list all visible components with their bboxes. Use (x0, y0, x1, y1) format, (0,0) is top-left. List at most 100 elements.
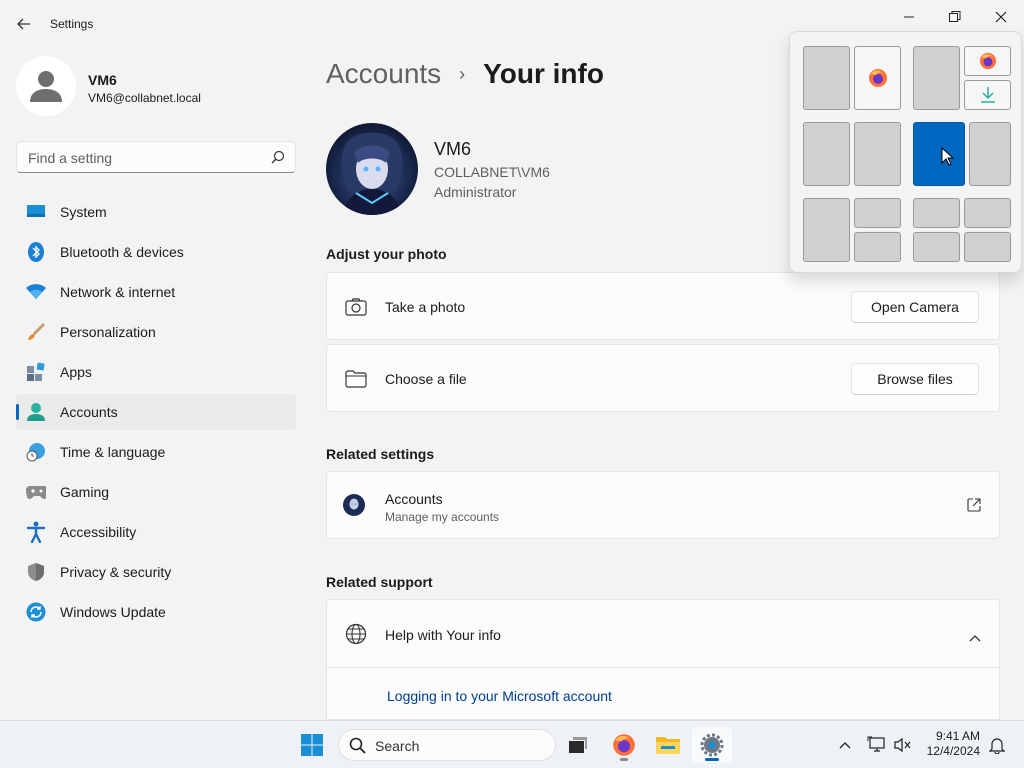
search-icon (271, 150, 285, 167)
user-domain: COLLABNET\VM6 (434, 164, 550, 180)
breadcrumb-parent[interactable]: Accounts (326, 58, 441, 90)
show-hidden-icons-button[interactable] (834, 733, 856, 757)
bell-icon (989, 738, 1005, 754)
sidebar-item-label: Bluetooth & devices (60, 244, 184, 260)
sidebar-item-gaming[interactable]: Gaming (16, 474, 296, 510)
accounts-related-sublabel: Manage my accounts (385, 510, 500, 524)
search-placeholder: Find a setting (28, 150, 113, 166)
taskbar-clock[interactable]: 9:41 AM 12/4/2024 (927, 729, 980, 759)
layout-5-bottom-right-zone[interactable] (964, 232, 1011, 262)
sidebar-item-label: System (60, 204, 107, 220)
person-icon (30, 71, 62, 102)
bluetooth-icon (26, 242, 46, 262)
globe-icon (345, 623, 367, 645)
breadcrumb-separator: › (459, 63, 466, 84)
mouse-cursor-icon (941, 147, 955, 166)
minimize-button[interactable] (886, 4, 932, 30)
sidebar-item-windows-update[interactable]: Windows Update (16, 594, 296, 630)
section-related-settings: Related settings (326, 446, 435, 462)
start-button[interactable] (292, 727, 332, 763)
layout-3a-right-zone[interactable] (854, 122, 901, 186)
sidebar-item-time-language[interactable]: Time & language (16, 434, 296, 470)
search-icon (349, 737, 367, 758)
close-icon (995, 11, 1007, 23)
sidebar-item-label: Accessibility (60, 524, 137, 540)
take-photo-card: Take a photo Open Camera (326, 272, 1000, 340)
minimize-icon (904, 16, 914, 18)
sidebar-item-label: Apps (60, 364, 92, 380)
snap-layouts-flyout (789, 31, 1022, 273)
layout-5-bottom-left-zone[interactable] (913, 232, 960, 262)
start-icon (301, 734, 323, 756)
layout-2-top-right-zone[interactable] (964, 46, 1011, 76)
firefox-taskbar-button[interactable] (604, 727, 644, 763)
task-view-button[interactable] (558, 727, 598, 763)
file-explorer-button[interactable] (648, 727, 688, 763)
layout-3-right-zone[interactable] (969, 122, 1011, 186)
apps-icon (26, 362, 46, 382)
firefox-icon (613, 734, 635, 756)
file-explorer-icon (656, 737, 680, 754)
sidebar-item-personalization[interactable]: Personalization (16, 314, 296, 350)
sidebar-item-label: Privacy & security (60, 564, 172, 580)
browse-files-button[interactable]: Browse files (851, 363, 979, 395)
chevron-up-icon (839, 742, 851, 749)
sidebar-item-label: Personalization (60, 324, 156, 340)
restore-button[interactable] (932, 4, 978, 30)
settings-icon (700, 733, 724, 757)
layout-4-bottom-right-zone[interactable] (854, 232, 901, 262)
open-external-icon (967, 498, 981, 515)
layout-4-left-zone[interactable] (803, 198, 850, 262)
avatar (16, 56, 76, 116)
sidebar-profile[interactable]: VM6 VM6@collabnet.local (16, 56, 296, 120)
chevron-up-icon[interactable] (969, 629, 981, 645)
sidebar-item-accounts[interactable]: Accounts (16, 394, 296, 430)
layout-1-left-zone[interactable] (803, 46, 850, 110)
sidebar-item-network[interactable]: Network & internet (16, 274, 296, 310)
folder-icon (345, 368, 367, 390)
layout-4-top-right-zone[interactable] (854, 198, 901, 228)
microsoft-account-login-link[interactable]: Logging in to your Microsoft account (387, 688, 612, 704)
sidebar-item-apps[interactable]: Apps (16, 354, 296, 390)
shield-icon (26, 562, 46, 582)
back-arrow-icon (17, 18, 30, 30)
clock-time: 9:41 AM (935, 729, 980, 743)
firefox-icon (868, 69, 887, 87)
accounts-related-card[interactable]: Accounts Manage my accounts (326, 471, 1000, 539)
layout-2-bottom-right-zone[interactable] (964, 80, 1011, 110)
settings-taskbar-button[interactable] (692, 727, 732, 763)
sidebar-item-bluetooth[interactable]: Bluetooth & devices (16, 234, 296, 270)
notifications-button[interactable] (986, 733, 1008, 757)
breadcrumb: Accounts › Your info (326, 58, 604, 90)
sidebar-nav: System Bluetooth & devices Network & int… (16, 194, 296, 634)
close-button[interactable] (978, 4, 1024, 30)
sidebar-item-label: Time & language (60, 444, 166, 460)
user-role: Administrator (434, 184, 517, 200)
layout-5-top-left-zone[interactable] (913, 198, 960, 228)
volume-muted-icon (894, 737, 911, 753)
taskbar-search[interactable]: Search (338, 729, 556, 761)
taskbar-search-label: Search (375, 738, 420, 754)
clock-date: 12/4/2024 (926, 744, 980, 758)
find-setting-search[interactable]: Find a setting (16, 141, 296, 173)
network-icon (867, 736, 885, 752)
sidebar-item-accessibility[interactable]: Accessibility (16, 514, 296, 550)
open-camera-button[interactable]: Open Camera (851, 291, 979, 323)
layout-3-left-zone[interactable] (913, 122, 965, 186)
accounts-related-label: Accounts (385, 491, 443, 507)
help-your-info-card[interactable]: Help with Your info (326, 599, 1000, 668)
sidebar-item-privacy[interactable]: Privacy & security (16, 554, 296, 590)
back-button[interactable] (12, 10, 36, 38)
take-photo-label: Take a photo (385, 299, 466, 315)
layout-5-top-right-zone[interactable] (964, 198, 1011, 228)
selected-indicator (16, 404, 19, 420)
network-status-button[interactable] (866, 733, 888, 757)
layout-2-left-zone[interactable] (913, 46, 960, 110)
section-adjust-photo: Adjust your photo (326, 246, 447, 262)
accessibility-icon (26, 521, 46, 543)
sidebar-item-system[interactable]: System (16, 194, 296, 230)
volume-button[interactable] (892, 733, 914, 757)
layout-1-right-zone[interactable] (854, 46, 901, 110)
help-links-panel: Logging in to your Microsoft account (326, 668, 1000, 720)
layout-3a-left-zone[interactable] (803, 122, 850, 186)
